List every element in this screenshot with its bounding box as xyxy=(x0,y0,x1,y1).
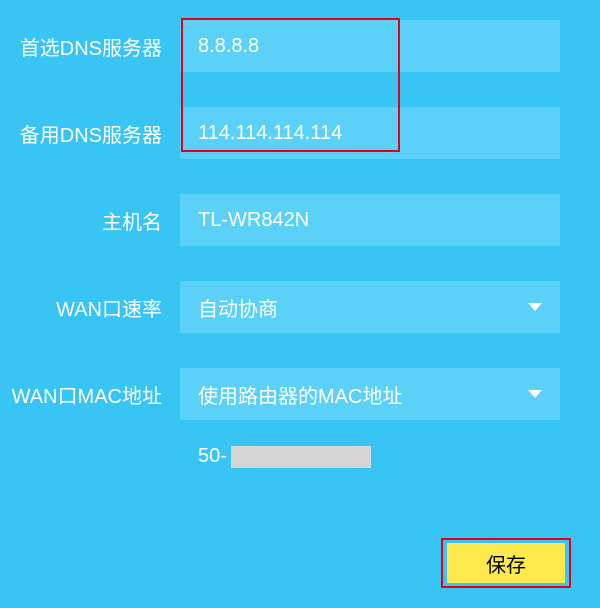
mac-prefix: 50- xyxy=(198,445,227,468)
select-wan-mac[interactable]: 使用路由器的MAC地址 xyxy=(180,368,560,420)
input-secondary-dns[interactable]: 114.114.114.114 xyxy=(180,107,560,159)
label-wan-mac: WAN口MAC地址 xyxy=(0,380,180,409)
select-wan-speed-value: 自动协商 xyxy=(198,293,278,322)
row-secondary-dns: 备用DNS服务器 114.114.114.114 xyxy=(0,107,600,159)
chevron-down-icon xyxy=(528,303,542,311)
row-wan-mac: WAN口MAC地址 使用路由器的MAC地址 xyxy=(0,368,600,420)
settings-form: 首选DNS服务器 8.8.8.8 备用DNS服务器 114.114.114.11… xyxy=(0,0,600,488)
row-primary-dns: 首选DNS服务器 8.8.8.8 xyxy=(0,20,600,72)
row-mac-display: 50- xyxy=(0,445,600,468)
input-hostname[interactable]: TL-WR842N xyxy=(180,194,560,246)
mac-hidden-mask xyxy=(231,446,371,468)
input-primary-dns[interactable]: 8.8.8.8 xyxy=(180,20,560,72)
label-primary-dns: 首选DNS服务器 xyxy=(0,32,180,61)
label-secondary-dns: 备用DNS服务器 xyxy=(0,119,180,148)
row-hostname: 主机名 TL-WR842N xyxy=(0,194,600,246)
label-wan-speed: WAN口速率 xyxy=(0,293,180,322)
mac-address-display: 50- xyxy=(180,445,371,468)
save-button[interactable]: 保存 xyxy=(447,543,565,583)
label-hostname: 主机名 xyxy=(0,206,180,235)
row-wan-speed: WAN口速率 自动协商 xyxy=(0,281,600,333)
chevron-down-icon xyxy=(528,390,542,398)
select-wan-speed[interactable]: 自动协商 xyxy=(180,281,560,333)
select-wan-mac-value: 使用路由器的MAC地址 xyxy=(198,380,402,409)
